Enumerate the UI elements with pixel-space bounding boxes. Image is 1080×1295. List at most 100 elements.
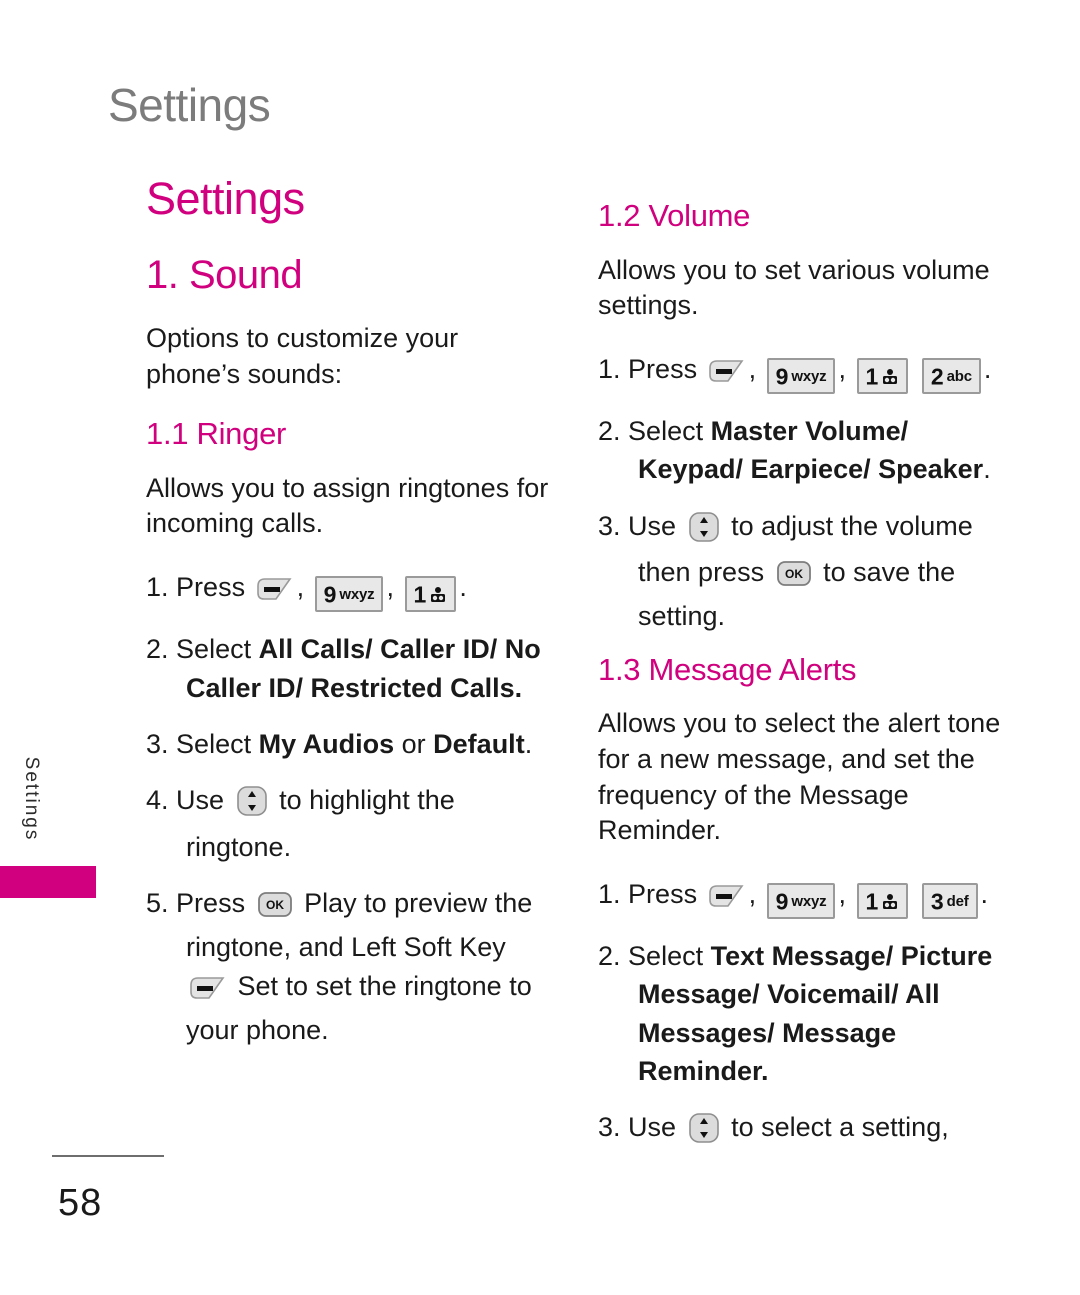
- subsection-heading-volume: 1.2 Volume: [598, 198, 751, 233]
- period: .: [983, 454, 991, 485]
- ok-key-icon: OK: [257, 890, 293, 928]
- period: .: [761, 1056, 769, 1087]
- navigation-up-down-key-icon: [236, 785, 268, 827]
- step-tail-text: to select a setting,: [731, 1112, 949, 1143]
- key-digit: 1: [865, 363, 879, 390]
- key-9-wxyz: 9 wxyz: [314, 576, 384, 613]
- left-soft-key-icon: [189, 973, 227, 1011]
- step-verb: Press: [628, 878, 698, 909]
- section-heading-sound: 1. Sound: [146, 253, 303, 297]
- step-verb: Select: [176, 729, 252, 760]
- right-column: 1.2 Volume Allows you to set various vol…: [598, 176, 1008, 1173]
- option-my-audios: My Audios: [258, 729, 395, 760]
- message-alerts-step-1: 1. Press , 9 wxyz , 1 3 def .: [598, 875, 1008, 919]
- key-letters: wxyz: [791, 368, 827, 386]
- conjunction: or: [401, 729, 426, 760]
- comma: ,: [838, 878, 846, 909]
- key-3-def: 3 def: [921, 882, 978, 919]
- step-number: 2.: [598, 941, 621, 972]
- ringer-step-2: 2. Select All Calls/ Caller ID/ No Calle…: [146, 630, 556, 707]
- period: .: [514, 672, 523, 703]
- ringer-description: Allows you to assign ringtones for incom…: [146, 472, 549, 539]
- key-digit: 3: [930, 888, 944, 915]
- ringer-step-3: 3. Select My Audios or Default.: [146, 725, 556, 763]
- key-letters: abc: [946, 368, 972, 386]
- key-9-wxyz: 9 wxyz: [766, 882, 836, 919]
- left-column: Settings 1. Sound Options to customize y…: [146, 176, 556, 1067]
- step-tail-text: to highlight the ringtone.: [186, 785, 455, 862]
- ringer-step-1: 1. Press , 9 wxyz , 1 .: [146, 568, 556, 613]
- subsection-heading-message-alerts: 1.3 Message Alerts: [598, 651, 857, 687]
- comma: ,: [296, 572, 305, 603]
- key-digit: 9: [775, 363, 789, 390]
- step-number: 2.: [146, 634, 169, 665]
- key-digit: 9: [775, 888, 789, 915]
- step-verb: Press: [176, 572, 246, 603]
- left-soft-key-icon: [708, 356, 746, 394]
- step-tail-text: Set to set the ringtone to your phone.: [186, 970, 532, 1045]
- step-number: 5.: [146, 888, 169, 919]
- subsection-heading-ringer: 1.1 Ringer: [146, 416, 287, 452]
- step-verb: Select: [628, 941, 704, 972]
- step-number: 4.: [146, 785, 169, 816]
- sound-intro-text: Options to customize your phone’s sounds…: [146, 323, 459, 389]
- side-tab-label: Settings: [21, 756, 42, 842]
- step-verb: Press: [176, 888, 246, 919]
- key-letters: def: [946, 893, 969, 911]
- key-digit: 9: [323, 581, 337, 608]
- voicemail-icon: [883, 368, 898, 384]
- period: .: [980, 878, 989, 909]
- step-number: 3.: [146, 729, 169, 760]
- key-1-voicemail: 1: [856, 357, 909, 394]
- message-alerts-step-3: 3. Use to select a setting,: [598, 1108, 1008, 1154]
- key-digit: 1: [865, 888, 879, 915]
- key-letters: wxyz: [791, 893, 827, 911]
- step-number: 1.: [146, 572, 169, 603]
- svg-text:OK: OK: [266, 898, 284, 912]
- key-1-voicemail: 1: [856, 882, 909, 919]
- step-number: 3.: [598, 1112, 621, 1143]
- period: .: [524, 729, 533, 760]
- navigation-up-down-key-icon: [688, 511, 720, 553]
- comma: ,: [748, 353, 757, 384]
- ringer-step-4: 4. Use to highlight the ringtone.: [146, 781, 556, 866]
- step-number: 3.: [598, 510, 621, 541]
- period: .: [459, 572, 467, 603]
- volume-step-2: 2. Select Master Volume/ Keypad/ Earpiec…: [598, 412, 1008, 489]
- page-title: Settings: [146, 173, 305, 224]
- side-tab: Settings: [0, 726, 98, 956]
- navigation-up-down-key-icon: [688, 1112, 720, 1154]
- message-alerts-description: Allows you to select the alert tone for …: [598, 708, 1001, 846]
- left-soft-key-icon: [256, 574, 294, 612]
- step-number: 1.: [598, 878, 621, 909]
- left-soft-key-icon: [708, 881, 746, 919]
- volume-step-3: 3. Use to adjust the volume then press O…: [598, 507, 1008, 636]
- voicemail-icon: [431, 586, 446, 602]
- key-9-wxyz: 9 wxyz: [766, 357, 836, 394]
- page-number: 58: [58, 1182, 103, 1224]
- option-default: Default: [433, 729, 525, 760]
- comma: ,: [748, 878, 757, 909]
- side-tab-color-block: [0, 866, 96, 898]
- step-verb: Use: [628, 510, 677, 541]
- volume-description: Allows you to set various volume setting…: [598, 254, 990, 321]
- step-verb: Use: [628, 1112, 677, 1143]
- svg-text:OK: OK: [785, 567, 803, 581]
- step-verb: Use: [176, 785, 225, 816]
- running-header: Settings: [108, 79, 271, 131]
- step-verb: Press: [628, 353, 698, 384]
- key-letters: wxyz: [339, 586, 375, 604]
- footer-divider: [52, 1155, 164, 1157]
- comma: ,: [838, 353, 846, 384]
- comma: ,: [386, 572, 394, 603]
- key-2-abc: 2 abc: [921, 357, 981, 394]
- volume-step-1: 1. Press , 9 wxyz , 1 2 abc .: [598, 350, 1008, 394]
- step-number: 2.: [598, 416, 621, 447]
- step-number: 1.: [598, 353, 621, 384]
- step-verb: Select: [628, 416, 704, 447]
- message-alerts-step-2: 2. Select Text Message/ Picture Message/…: [598, 937, 1008, 1090]
- step-verb: Select: [176, 634, 252, 665]
- key-digit: 2: [930, 363, 944, 390]
- key-1-voicemail: 1: [404, 576, 457, 613]
- key-digit: 1: [413, 581, 427, 608]
